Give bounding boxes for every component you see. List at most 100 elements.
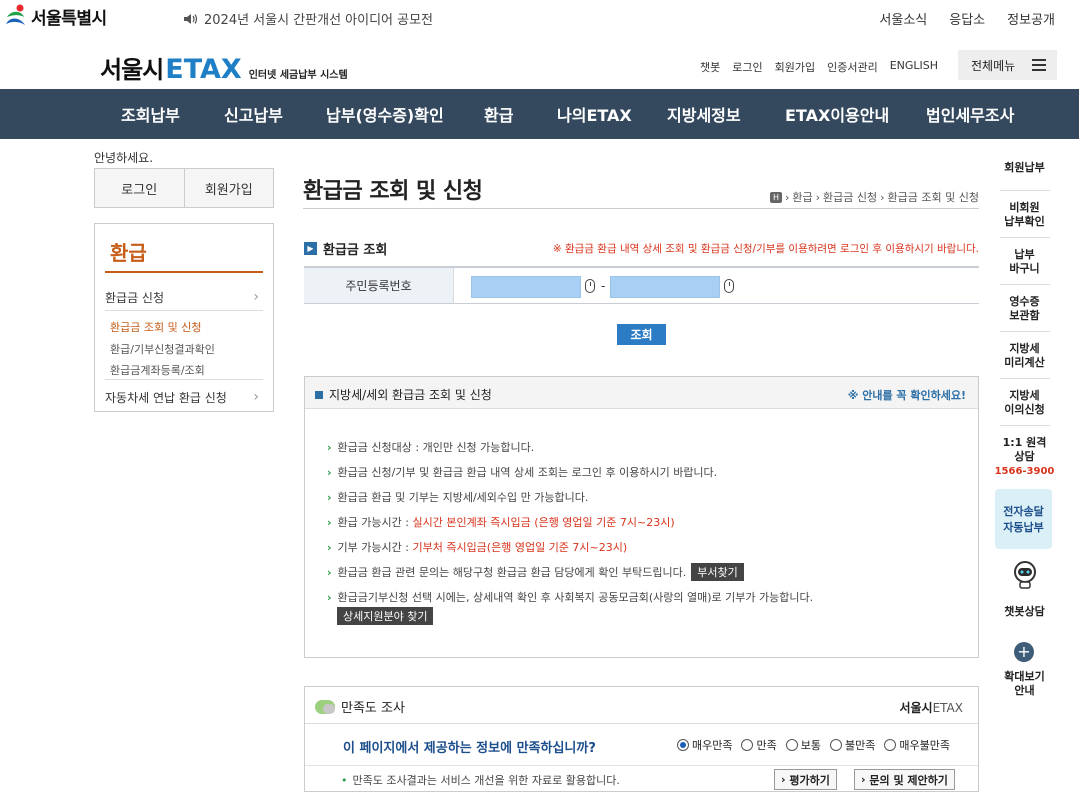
quick-tax-objection[interactable]: 지방세 이의신청 xyxy=(987,389,1062,417)
info-line: › 환급 가능시간 : 실시간 본인계좌 즉시입금 (은행 영업일 기준 7시~2… xyxy=(327,514,675,530)
header: 서울시 ETAX 인터넷 세금납부 시스템 챗봇 로그인 회원가입 인증서관리 … xyxy=(0,36,1079,89)
radio-very-satisfied[interactable]: 매우만족 xyxy=(677,737,732,753)
radio-satisfied[interactable]: 만족 xyxy=(741,737,777,753)
quick-label: 상담 xyxy=(1014,449,1035,463)
link-english[interactable]: ENGLISH xyxy=(890,59,938,75)
chevron-right-icon: › xyxy=(253,389,259,405)
quick-receipt-box[interactable]: 영수증 보관함 xyxy=(987,295,1062,323)
chat-bubble-icon xyxy=(315,699,335,714)
home-icon[interactable]: H xyxy=(769,191,782,203)
breadcrumb-item[interactable]: 환급 xyxy=(792,189,812,205)
mouse-icon[interactable] xyxy=(724,279,734,293)
link-join[interactable]: 회원가입 xyxy=(775,59,815,75)
side-nav-item-car-tax-refund[interactable]: 자동차세 연납 환급 신청 › xyxy=(105,389,263,406)
nav-inquiry-payment[interactable]: 조회납부 xyxy=(121,102,180,126)
quick-member-payment[interactable]: 회원납부 xyxy=(987,161,1062,175)
rate-button[interactable]: › 평가하기 xyxy=(774,769,837,790)
mouse-icon[interactable] xyxy=(585,279,595,293)
info-line: 상세지원분야 찾기 xyxy=(332,607,434,625)
resident-id-front-input[interactable] xyxy=(471,276,581,298)
resident-id-back-input[interactable] xyxy=(610,276,720,298)
info-text: 환급금 신청대상 : 개인만 신청 가능합니다. xyxy=(337,441,535,454)
side-nav-sub-refund-inquiry[interactable]: 환급금 조회 및 신청 xyxy=(110,319,201,335)
link-login[interactable]: 로그인 xyxy=(732,59,762,75)
survey-note-text: 만족도 조사결과는 서비스 개선을 위한 자료로 활용합니다. xyxy=(352,774,620,787)
quick-label: 바구니 xyxy=(1009,261,1040,275)
link-eungdapso[interactable]: 응답소 xyxy=(949,9,985,28)
quick-zoom-guide[interactable]: 확대보기 안내 xyxy=(987,670,1062,698)
inquiry-button-label: 문의 및 제안하기 xyxy=(869,773,948,787)
plus-icon[interactable]: + xyxy=(1014,642,1034,662)
radio-very-dissatisfied[interactable]: 매우불만족 xyxy=(884,737,950,753)
satisfaction-survey: 만족도 조사 서울시ETAX 이 페이지에서 제공하는 정보에 만족하십니까? … xyxy=(304,686,979,792)
quick-label: 지방세 xyxy=(1009,342,1040,355)
quick-phone: 1566-3900 xyxy=(994,465,1055,477)
info-line: › 환급금 환급 및 기부는 지방세/세외수입 만 가능합니다. xyxy=(327,489,588,505)
util-links: 챗봇 로그인 회원가입 인증서관리 ENGLISH xyxy=(700,59,938,75)
radio-neutral[interactable]: 보통 xyxy=(785,737,821,753)
notice-banner[interactable]: 2024년 서울시 간판개선 아이디어 공모전 xyxy=(183,9,433,28)
quick-remote-support[interactable]: 1:1 원격 상담 1566-3900 xyxy=(987,436,1062,478)
side-nav-item-label: 자동차세 연납 환급 신청 xyxy=(105,391,227,405)
etax-logo-etax: ETAX xyxy=(165,54,242,85)
find-support-field-button[interactable]: 상세지원분야 찾기 xyxy=(337,607,434,625)
radio-label: 만족 xyxy=(756,739,777,752)
quick-divider xyxy=(1000,190,1050,191)
survey-divider xyxy=(305,765,978,766)
nav-refund[interactable]: 환급 xyxy=(484,102,513,126)
survey-question: 이 페이지에서 제공하는 정보에 만족하십니까? xyxy=(343,741,596,756)
radio-icon xyxy=(677,739,689,751)
side-nav-sub-refund-account[interactable]: 환급금계좌등록/조회 xyxy=(110,362,205,378)
bullet-icon: › xyxy=(327,491,332,504)
nav-report-payment[interactable]: 신고납부 xyxy=(224,102,283,126)
side-nav-sub-refund-result[interactable]: 환급/기부신청결과확인 xyxy=(110,341,215,357)
link-chatbot[interactable]: 챗봇 xyxy=(700,59,720,75)
nav-payment-confirm[interactable]: 납부(영수증)확인 xyxy=(326,102,444,126)
rate-button-label: 평가하기 xyxy=(789,773,830,787)
login-button[interactable]: 로그인 xyxy=(95,169,185,207)
breadcrumb-current: 환급금 조회 및 신청 xyxy=(887,191,979,204)
link-seoul-news[interactable]: 서울소식 xyxy=(879,9,927,28)
quick-auto-payment[interactable]: 전자송달 자동납부 xyxy=(995,489,1052,549)
all-menu-button[interactable]: 전체메뉴 xyxy=(958,50,1057,80)
info-highlight: 기부처 즉시입금(은행 영업일 기준 7시~23시) xyxy=(412,541,628,554)
side-nav-item-refund-request[interactable]: 환급금 신청 › xyxy=(105,289,263,306)
quick-label: 납부 xyxy=(1014,248,1035,261)
find-department-button[interactable]: 부서찾기 xyxy=(691,563,744,581)
link-cert-manage[interactable]: 인증서관리 xyxy=(827,59,878,75)
refund-info-box: 지방세/세외 환급금 조회 및 신청 ※ 안내를 꼭 확인하세요! › 환급금 신… xyxy=(304,376,979,658)
quick-label: 지방세 xyxy=(1009,389,1040,402)
quick-divider xyxy=(1000,284,1050,285)
radio-icon xyxy=(884,739,897,751)
nav-corporate-audit[interactable]: 법인세무조사 xyxy=(926,102,1014,126)
quick-chatbot[interactable]: 챗봇상담 xyxy=(987,605,1062,619)
quick-divider xyxy=(1000,331,1050,332)
nav-local-tax-info[interactable]: 지방세정보 xyxy=(667,102,741,126)
join-button[interactable]: 회원가입 xyxy=(185,169,274,207)
nav-my-etax[interactable]: 나의ETAX xyxy=(557,102,632,126)
quick-payment-basket[interactable]: 납부 바구니 xyxy=(987,248,1062,276)
seoul-logo[interactable]: 서울특별시 xyxy=(4,3,107,29)
link-info-disclosure[interactable]: 정보공개 xyxy=(1007,9,1055,28)
side-nav-item-label: 환급금 신청 xyxy=(105,291,165,305)
info-line: › 환급금 신청대상 : 개인만 신청 가능합니다. xyxy=(327,439,534,455)
radio-icon xyxy=(741,739,754,751)
etax-logo-subtitle: 인터넷 세금납부 시스템 xyxy=(248,70,348,81)
notice-text: 2024년 서울시 간판개선 아이디어 공모전 xyxy=(204,13,434,28)
quick-tax-calculator[interactable]: 지방세 미리계산 xyxy=(987,342,1062,370)
chatbot-icon[interactable] xyxy=(1011,560,1039,590)
breadcrumb-item[interactable]: 환급금 신청 xyxy=(823,189,877,205)
side-nav: 환급 환급금 신청 › 환급금 조회 및 신청 환급/기부신청결과확인 환급금계… xyxy=(94,223,274,412)
chevron-right-icon: › xyxy=(253,289,259,305)
quick-divider xyxy=(1000,237,1050,238)
quick-nonmember-check[interactable]: 비회원 납부확인 xyxy=(987,201,1062,229)
nav-etax-guide[interactable]: ETAX이용안내 xyxy=(785,102,889,126)
survey-title: 만족도 조사 xyxy=(315,697,405,716)
inquiry-button[interactable]: › 문의 및 제안하기 xyxy=(854,769,955,790)
bullet-icon: › xyxy=(327,541,332,554)
etax-logo[interactable]: 서울시 ETAX 인터넷 세금납부 시스템 xyxy=(100,50,348,85)
info-text: 환급금기부신청 선택 시에는, 상세내역 확인 후 사회복지 공동모금회(사랑의… xyxy=(337,591,814,604)
bullet-icon: › xyxy=(327,566,332,579)
radio-dissatisfied[interactable]: 불만족 xyxy=(829,737,875,753)
search-button[interactable]: 조회 xyxy=(617,324,666,345)
